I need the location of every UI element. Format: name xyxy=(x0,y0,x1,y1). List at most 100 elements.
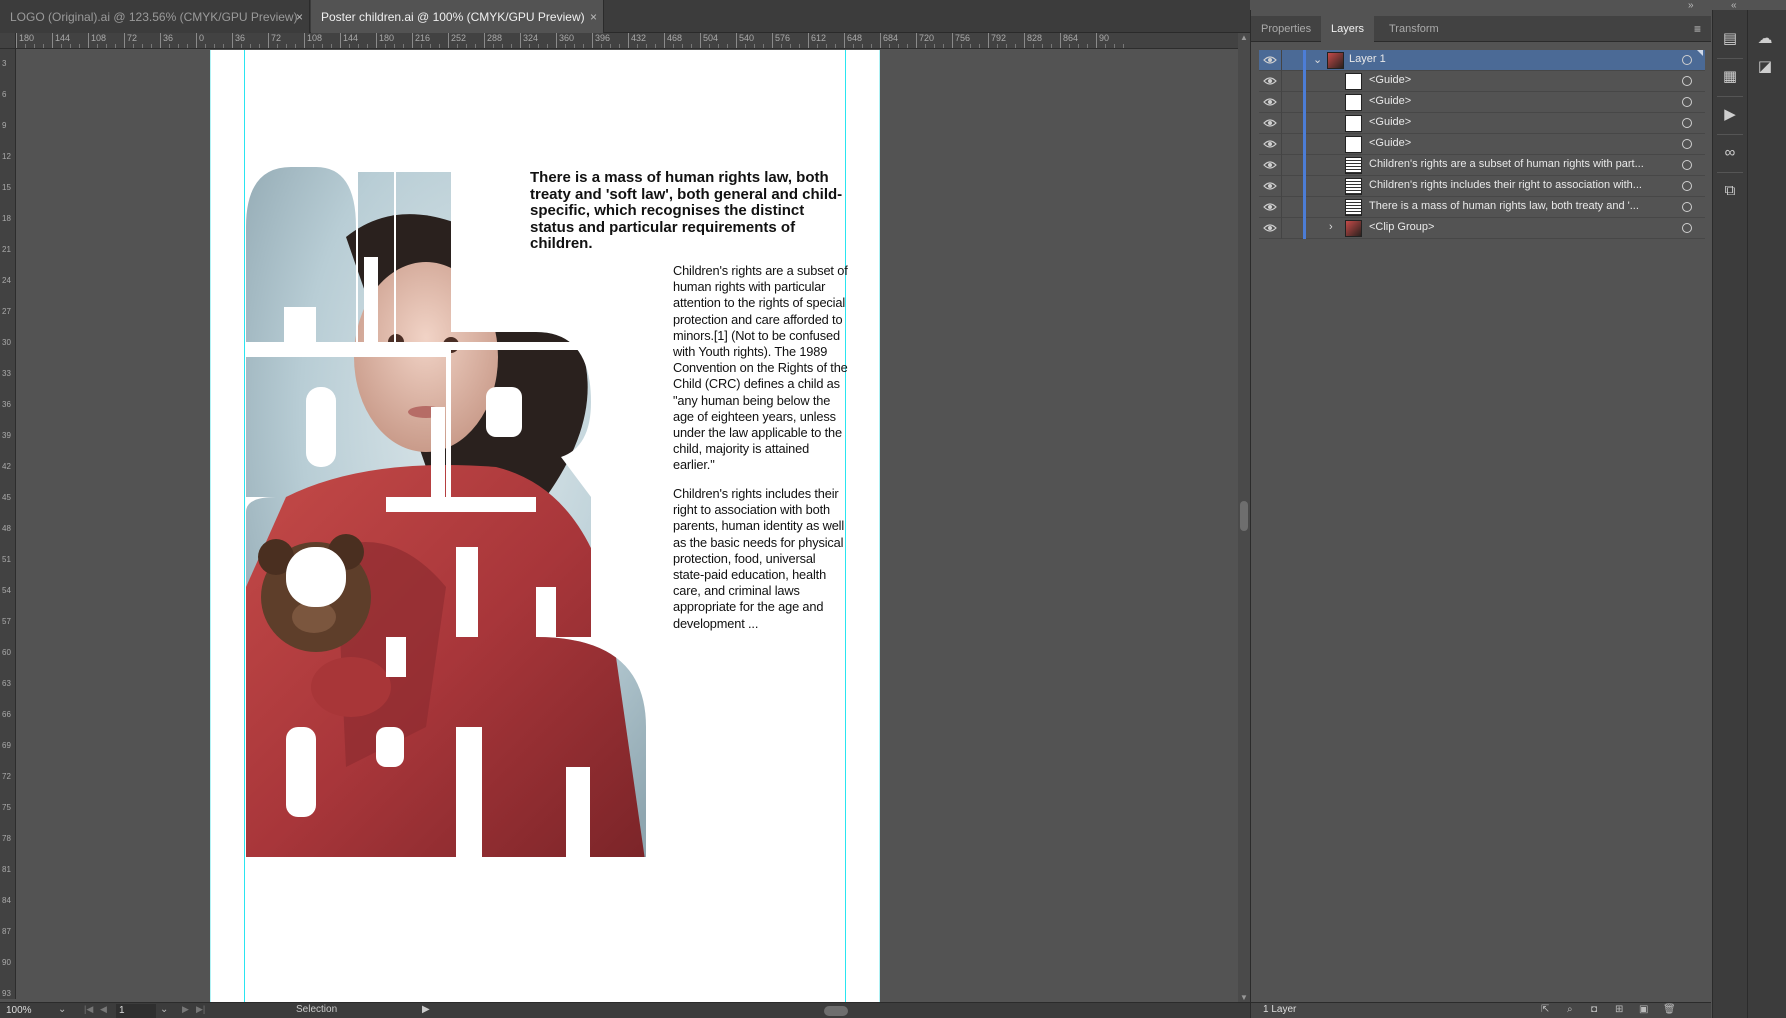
artboards-icon[interactable]: ▦ xyxy=(1719,66,1741,88)
layer-name[interactable]: Children's rights are a subset of human … xyxy=(1369,158,1644,170)
first-artboard-button[interactable]: |◀ xyxy=(84,1004,93,1015)
tab-transform[interactable]: Transform xyxy=(1379,16,1449,42)
close-icon[interactable]: × xyxy=(296,0,303,34)
panel-menu-icon[interactable]: ≡ xyxy=(1694,22,1701,36)
poster-body-paragraph-2[interactable]: Children's rights includes their right t… xyxy=(673,486,848,632)
eye-icon[interactable] xyxy=(1263,159,1277,171)
target-circle-icon[interactable] xyxy=(1682,118,1692,128)
ruler-minor-tick xyxy=(466,44,467,48)
eye-icon[interactable] xyxy=(1263,222,1277,234)
libraries-icon[interactable]: ☁ xyxy=(1754,28,1776,50)
ruler-minor-tick xyxy=(979,44,980,48)
align-icon[interactable]: ▤ xyxy=(1719,28,1741,50)
lock-column[interactable] xyxy=(1281,176,1282,197)
artboard[interactable]: There is a mass of human rights law, bot… xyxy=(210,50,880,1002)
canvas-vertical-scrollbar[interactable]: ▲ ▼ xyxy=(1238,33,1250,1002)
lock-column[interactable] xyxy=(1281,92,1282,113)
lock-column[interactable] xyxy=(1281,197,1282,218)
layer-row-layer-1[interactable]: ⌄ Layer 1 xyxy=(1259,50,1705,71)
eye-icon[interactable] xyxy=(1263,75,1277,87)
chevron-down-icon[interactable]: ⌄ xyxy=(1313,53,1322,66)
create-sublayer-icon[interactable]: ⊞ xyxy=(1615,1004,1623,1015)
layer-name[interactable]: Layer 1 xyxy=(1349,53,1386,65)
layer-row[interactable]: <Guide> xyxy=(1259,92,1705,113)
canvas-horizontal-scrollbar[interactable] xyxy=(440,1003,1230,1018)
layer-name[interactable]: <Guide> xyxy=(1369,137,1411,149)
links-icon[interactable]: ∞ xyxy=(1719,142,1741,164)
ruler-origin[interactable] xyxy=(0,33,16,49)
make-clipping-mask-icon[interactable]: ◘ xyxy=(1591,1004,1597,1015)
last-artboard-button[interactable]: ▶| xyxy=(196,1004,205,1015)
delete-layer-icon[interactable]: 🗑 xyxy=(1663,1004,1676,1015)
tab-properties[interactable]: Properties xyxy=(1251,16,1321,42)
layer-name[interactable]: <Guide> xyxy=(1369,116,1411,128)
eye-icon[interactable] xyxy=(1263,117,1277,129)
close-icon[interactable]: × xyxy=(590,0,597,34)
chevron-down-icon[interactable]: ⌄ xyxy=(58,1004,66,1015)
target-circle-icon[interactable] xyxy=(1682,76,1692,86)
tab-poster-children[interactable]: Poster children.ai @ 100% (CMYK/GPU Prev… xyxy=(311,0,604,33)
pathfinder-icon[interactable]: ⧉ xyxy=(1719,180,1741,202)
export-icon[interactable]: ⇱ xyxy=(1541,1004,1549,1015)
target-circle-icon[interactable] xyxy=(1682,223,1692,233)
layer-name[interactable]: <Guide> xyxy=(1369,95,1411,107)
clip-group-photo-lettering[interactable] xyxy=(246,167,746,977)
artboard-number-field[interactable]: 1 xyxy=(116,1004,156,1018)
layer-name[interactable]: <Clip Group> xyxy=(1369,221,1434,233)
guide-left[interactable] xyxy=(244,50,245,1002)
collapse-strip-icon[interactable]: « xyxy=(1731,0,1737,11)
horizontal-ruler[interactable]: 180 144 108 72 36 0 36 72 108 144 180 216 252 288 324 3… xyxy=(16,33,1238,49)
eye-icon[interactable] xyxy=(1263,138,1277,150)
layer-row[interactable]: There is a mass of human rights law, bot… xyxy=(1259,197,1705,218)
collapse-panel-icon[interactable]: » xyxy=(1688,0,1694,11)
next-artboard-button[interactable]: ▶ xyxy=(182,1004,189,1015)
locate-object-icon[interactable]: ⌕ xyxy=(1567,1004,1573,1015)
layer-row[interactable]: <Guide> xyxy=(1259,134,1705,155)
layer-row[interactable]: <Guide> xyxy=(1259,113,1705,134)
zoom-level-field[interactable]: 100% xyxy=(6,1004,58,1018)
target-circle-icon[interactable] xyxy=(1682,55,1692,65)
layer-row[interactable]: Children's rights includes their right t… xyxy=(1259,176,1705,197)
scroll-down-icon[interactable]: ▼ xyxy=(1240,993,1248,1002)
poster-body-paragraph-1[interactable]: Children's rights are a subset of human … xyxy=(673,263,848,474)
target-circle-icon[interactable] xyxy=(1682,97,1692,107)
layer-name[interactable]: Children's rights includes their right t… xyxy=(1369,179,1642,191)
layer-row[interactable]: <Guide> xyxy=(1259,71,1705,92)
layer-row[interactable]: › <Clip Group> xyxy=(1259,218,1705,239)
chevron-down-icon[interactable]: ⌄ xyxy=(160,1004,168,1015)
lock-column[interactable] xyxy=(1281,218,1282,239)
lock-column[interactable] xyxy=(1281,71,1282,92)
tab-layers[interactable]: Layers xyxy=(1321,16,1375,42)
lock-column[interactable] xyxy=(1281,155,1282,176)
eye-icon[interactable] xyxy=(1263,96,1277,108)
actions-play-icon[interactable]: ▶ xyxy=(1719,104,1741,126)
tab-logo-original[interactable]: LOGO (Original).ai @ 123.56% (CMYK/GPU P… xyxy=(0,0,310,33)
poster-heading-text[interactable]: There is a mass of human rights law, bot… xyxy=(530,169,850,253)
scroll-up-icon[interactable]: ▲ xyxy=(1240,33,1248,42)
status-menu-arrow-icon[interactable]: ▶ xyxy=(422,1004,430,1015)
chevron-right-icon[interactable]: › xyxy=(1329,221,1333,233)
target-circle-icon[interactable] xyxy=(1682,160,1692,170)
target-circle-icon[interactable] xyxy=(1682,139,1692,149)
vertical-ruler[interactable]: 3 6 9 12 15 18 21 24 27 30 33 36 39 42 45 48 51 54 57 60 63 6… xyxy=(0,49,16,999)
ruler-minor-tick xyxy=(457,44,458,48)
eye-icon[interactable] xyxy=(1263,180,1277,192)
properties-icon[interactable]: ◪ xyxy=(1754,56,1776,78)
ruler-minor-tick xyxy=(727,44,728,48)
layer-name[interactable]: There is a mass of human rights law, bot… xyxy=(1369,200,1639,212)
lock-column[interactable] xyxy=(1281,134,1282,155)
previous-artboard-button[interactable]: ◀ xyxy=(100,1004,107,1015)
lock-column[interactable] xyxy=(1281,50,1282,71)
eye-icon[interactable] xyxy=(1263,54,1277,66)
vertical-scroll-thumb[interactable] xyxy=(1240,501,1248,531)
layer-row[interactable]: Children's rights are a subset of human … xyxy=(1259,155,1705,176)
lock-column[interactable] xyxy=(1281,113,1282,134)
horizontal-scroll-thumb[interactable] xyxy=(824,1006,848,1016)
target-circle-icon[interactable] xyxy=(1682,181,1692,191)
eye-icon[interactable] xyxy=(1263,201,1277,213)
new-layer-icon[interactable]: ▣ xyxy=(1639,1004,1648,1015)
ruler-minor-tick xyxy=(241,44,242,48)
layer-name[interactable]: <Guide> xyxy=(1369,74,1411,86)
canvas[interactable]: There is a mass of human rights law, bot… xyxy=(17,50,1238,1002)
target-circle-icon[interactable] xyxy=(1682,202,1692,212)
